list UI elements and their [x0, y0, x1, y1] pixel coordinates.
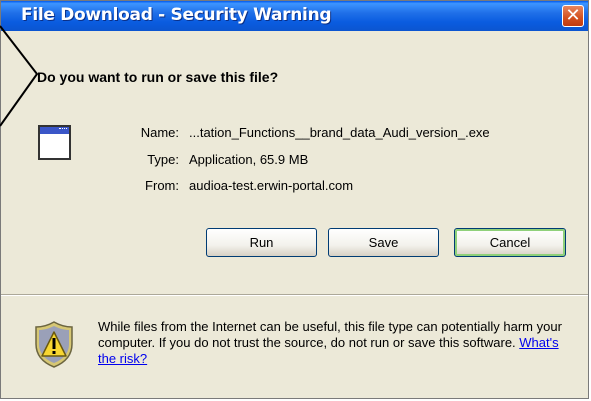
cancel-button[interactable]: Cancel: [454, 228, 566, 257]
shield-warning-icon: [35, 321, 73, 368]
file-name-value: ...tation_Functions__brand_data_Audi_ver…: [189, 125, 490, 140]
warning-text: While files from the Internet can be use…: [98, 319, 562, 350]
run-button[interactable]: Run: [206, 228, 317, 257]
save-button[interactable]: Save: [328, 228, 439, 257]
close-icon: ✕: [565, 5, 581, 26]
close-button[interactable]: ✕: [562, 5, 584, 27]
warning-message: While files from the Internet can be use…: [98, 319, 578, 367]
file-source-value: audioa-test.erwin-portal.com: [189, 178, 354, 193]
callout-arrow: [0, 25, 39, 127]
from-label: From:: [145, 178, 179, 193]
file-type-value: Application, 65.9 MB: [189, 152, 309, 167]
type-label: Type:: [147, 152, 179, 167]
